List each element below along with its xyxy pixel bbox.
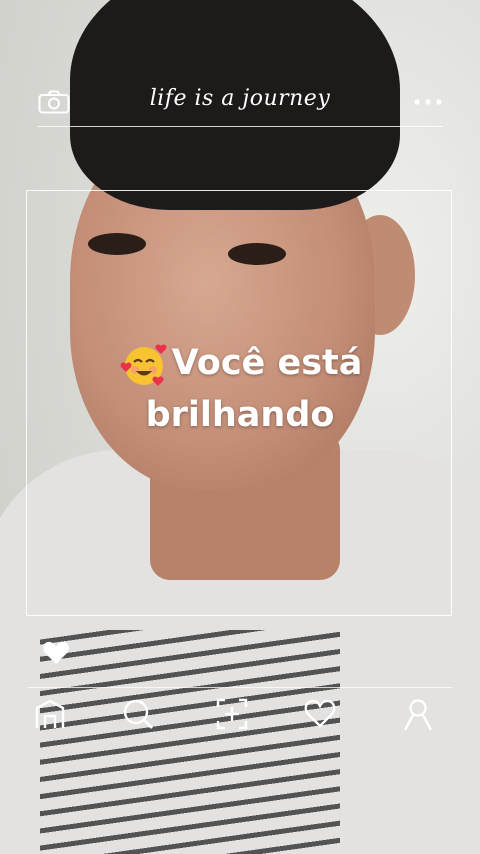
nav-profile[interactable]: [401, 697, 435, 731]
nav-likes[interactable]: [303, 697, 337, 731]
add-post-icon: [216, 698, 248, 730]
home-icon: [35, 699, 65, 728]
top-bar: life is a journey: [0, 78, 480, 126]
caption-text-1: Você está: [171, 343, 363, 383]
search-icon: [123, 699, 153, 729]
tagline: life is a journey: [149, 86, 331, 111]
bottom-nav: [0, 695, 480, 739]
heart-icon[interactable]: [42, 640, 70, 666]
bottom-divider: [28, 687, 452, 688]
post-caption: Você está brilhando: [0, 338, 480, 440]
shirt-stripes: [40, 630, 340, 854]
profile-icon: [403, 699, 433, 731]
heart-outline-icon: [304, 699, 336, 728]
smiling-face-with-hearts-icon: [120, 344, 167, 386]
caption-line-2: brilhando: [145, 395, 335, 435]
nav-home[interactable]: [33, 697, 67, 731]
nav-search[interactable]: [121, 697, 155, 731]
top-divider: [38, 126, 443, 127]
caption-line-1: Você está: [0, 338, 480, 390]
more-dots-icon[interactable]: [414, 99, 442, 105]
nav-add[interactable]: [215, 697, 249, 731]
